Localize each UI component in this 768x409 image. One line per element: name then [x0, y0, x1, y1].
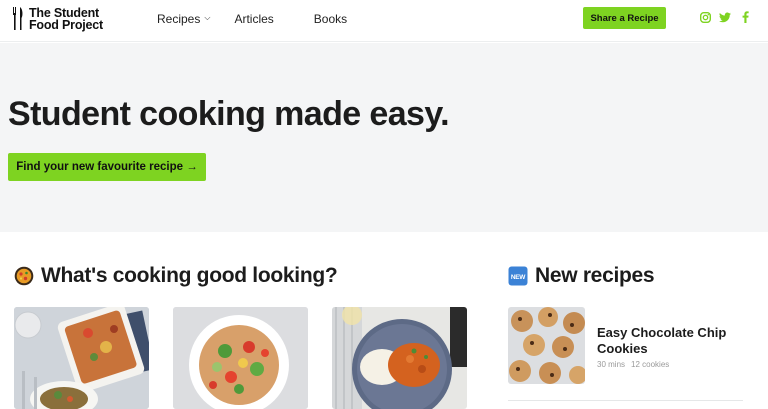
- nav-articles[interactable]: Articles: [234, 12, 273, 26]
- recipe-card[interactable]: [173, 307, 308, 409]
- new-recipe-servings: 12 cookies: [631, 360, 670, 369]
- divider: [508, 400, 743, 401]
- facebook-icon[interactable]: [739, 11, 751, 23]
- new-recipe-item[interactable]: Easy Chocolate Chip Cookies 30 mins 12 c…: [508, 307, 743, 389]
- logo-line-2: Food Project: [29, 18, 103, 32]
- cooking-title-text: What's cooking good looking?: [41, 264, 338, 287]
- recipe-card[interactable]: [14, 307, 149, 409]
- fork-knife-icon: [13, 7, 23, 30]
- curry-with-rice-photo: [332, 307, 467, 409]
- hero-title: Student cooking made easy.: [8, 95, 450, 133]
- site-logo[interactable]: The Student Food Project: [12, 7, 103, 31]
- main-nav: Recipes ⌵ Articles Books: [157, 12, 347, 26]
- nav-books[interactable]: Books: [314, 12, 347, 26]
- new-badge-text: NEW: [511, 274, 526, 281]
- logo-text: The Student Food Project: [29, 7, 103, 32]
- nav-articles-label: Articles: [234, 12, 274, 26]
- baked-pasta-dish-photo: [14, 307, 149, 409]
- nav-recipes[interactable]: Recipes ⌵: [157, 12, 210, 26]
- nav-books-label: Books: [313, 12, 348, 26]
- instagram-icon[interactable]: [699, 11, 711, 23]
- new-badge-icon: NEW: [508, 266, 528, 286]
- find-recipe-button[interactable]: Find your new favourite recipe →: [8, 153, 206, 181]
- cooking-section-title: What's cooking good looking?: [14, 264, 338, 288]
- share-recipe-button[interactable]: Share a Recipe: [583, 7, 666, 29]
- twitter-icon[interactable]: [719, 11, 731, 23]
- recipe-card[interactable]: [332, 307, 467, 409]
- cookies-photo: [508, 307, 585, 384]
- new-recipe-time: 30 mins: [597, 360, 626, 369]
- salad-bowl-photo: [173, 307, 308, 409]
- site-header: The Student Food Project Recipes ⌵ Artic…: [0, 0, 768, 42]
- new-recipes-section-title: NEW New recipes: [508, 264, 655, 288]
- chevron-down-icon: ⌵: [204, 13, 211, 22]
- new-recipe-meta: 30 mins 12 cookies: [597, 360, 669, 369]
- nav-recipes-label: Recipes: [157, 12, 201, 26]
- new-recipes-title-text: New recipes: [535, 264, 655, 287]
- hero-section: Student cooking made easy. Find your new…: [0, 43, 768, 232]
- social-links: [699, 11, 751, 23]
- new-recipe-name: Easy Chocolate Chip Cookies: [597, 325, 727, 356]
- paella-pan-icon: [14, 266, 34, 286]
